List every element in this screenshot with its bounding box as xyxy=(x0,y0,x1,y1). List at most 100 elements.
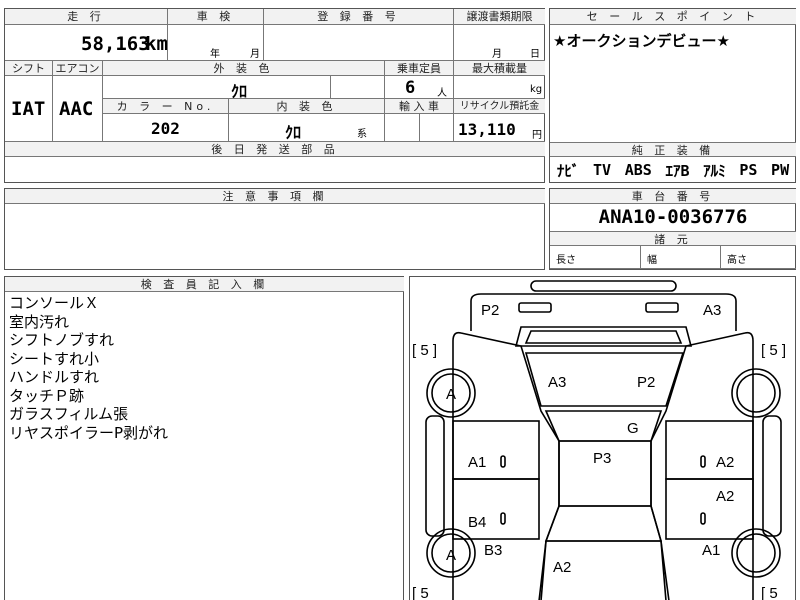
interior-color-suffix: 系 xyxy=(357,129,367,140)
exterior-color-cell: ｸﾛ xyxy=(103,76,331,99)
mark-rear-left: P2 xyxy=(481,302,499,319)
tread-bottom-right: [ 5 xyxy=(761,585,778,600)
shift-cell: IAT xyxy=(5,76,53,142)
transfer-month-unit: 月 xyxy=(492,49,502,60)
mark-roof-g: G xyxy=(627,420,639,437)
equipment-item-abs: ABS xyxy=(624,161,652,179)
import-cell-b xyxy=(420,114,454,142)
mark-rear-window-right: P2 xyxy=(637,374,655,391)
mark-roof-p3: P3 xyxy=(593,450,611,467)
inspector-line: ハンドルすれ xyxy=(9,368,100,386)
notes-box: 注 意 事 項 欄 xyxy=(4,188,545,270)
equipment-item-alloy: ｱﾙﾐ xyxy=(703,161,726,180)
equipment-header: 純 正 装 備 xyxy=(550,142,796,157)
max-load-unit: kg xyxy=(530,84,543,95)
car-diagram-box: P2 A3 A3 P2 G P3 A1 B4 B3 A2 A2 A1 A2 A … xyxy=(409,276,796,600)
rear-glass xyxy=(524,330,683,344)
tread-bottom-left: [ 5 xyxy=(412,585,429,600)
mark-hood: A2 xyxy=(553,559,571,576)
shift-value: IAT xyxy=(11,98,46,120)
selling-point-text: ★オークションデビュー★ xyxy=(553,32,730,50)
inspection-header: 車 検 xyxy=(168,9,264,25)
recycle-unit: 円 xyxy=(532,130,542,141)
aircon-cell: AAC xyxy=(53,76,103,142)
top-form-row: 走 行 車 検 登 録 番 号 譲渡書類期限 58,163 km 年 月 月 日… xyxy=(4,8,545,183)
notes-header: 注 意 事 項 欄 xyxy=(5,189,545,204)
roof xyxy=(544,410,663,442)
mark-right-rear-door: A2 xyxy=(716,488,734,505)
mileage-unit: km xyxy=(145,33,168,55)
right-rocker xyxy=(762,415,782,537)
exterior-color-extra-cell xyxy=(331,76,385,99)
inspection-year-unit: 年 xyxy=(210,49,220,60)
rear-body-outline xyxy=(470,293,737,331)
right-rear-door xyxy=(665,420,754,480)
recycle-header: リサイクル預託金 xyxy=(454,99,545,114)
aircon-header: エアコン xyxy=(53,61,103,76)
dims-width: 幅 xyxy=(641,246,721,269)
left-rear-door xyxy=(452,420,540,480)
inspector-line: シフトノブすれ xyxy=(9,331,115,349)
interior-color-value: ｸﾛ xyxy=(285,123,302,142)
capacity-unit: 人 xyxy=(437,88,447,99)
inspector-line: 室内汚れ xyxy=(9,312,70,331)
inspector-line: リヤスポイラーP剥がれ xyxy=(9,423,169,442)
mark-tire-rear-left: A xyxy=(446,386,456,403)
inspector-line: タッチＰ跡 xyxy=(9,386,85,405)
right-front-door xyxy=(665,478,754,540)
rear-bumper xyxy=(530,280,677,292)
equipment-item-airbag: ｴｱB xyxy=(665,161,690,180)
chassis-number: ANA10-0036776 xyxy=(598,206,748,228)
max-load-header: 最大積載量 xyxy=(454,61,545,76)
equipment-list: ﾅﾋﾞ TV ABS ｴｱB ｱﾙﾐ PS PW xyxy=(550,159,796,181)
later-parts-cell xyxy=(5,157,545,183)
mark-left-front-fender: B3 xyxy=(484,542,502,559)
recycle-cell: 13,110 円 xyxy=(454,114,545,142)
selling-point-header: セ ー ル ス ポ イ ン ト xyxy=(550,9,796,25)
inspection-month-unit: 月 xyxy=(250,49,260,60)
tire-rear-right xyxy=(731,368,781,418)
max-load-cell: kg xyxy=(454,76,545,99)
color-no-value: 202 xyxy=(151,119,180,138)
tread-top-left: [ 5 ] xyxy=(412,342,437,359)
registration-header: 登 録 番 号 xyxy=(264,9,454,25)
mileage-value: 58,163 xyxy=(81,33,150,55)
registration-cell xyxy=(264,25,454,61)
interior-color-header: 内 装 色 xyxy=(229,99,385,114)
inspector-line: ガラスフィルム張 xyxy=(9,405,129,423)
import-cell-a xyxy=(385,114,420,142)
left-rocker xyxy=(425,415,445,537)
inspector-line: シートすれ小 xyxy=(9,349,100,368)
capacity-value: 6 xyxy=(405,78,416,98)
mark-rear-right: A3 xyxy=(703,302,721,319)
later-parts-header: 後 日 発 送 部 品 xyxy=(5,142,545,157)
left-front-door xyxy=(452,478,540,540)
aircon-value: AAC xyxy=(59,98,94,120)
interior-color-cell: ｸﾛ 系 xyxy=(229,114,385,142)
mark-rear-window-left: A3 xyxy=(548,374,566,391)
capacity-cell: 6 人 xyxy=(385,76,454,99)
equipment-item-pw: PW xyxy=(771,161,790,179)
windshield xyxy=(544,505,663,542)
inspector-header: 検 査 員 記 入 欄 xyxy=(5,277,404,292)
equipment-item-navi: ﾅﾋﾞ xyxy=(556,161,580,180)
mileage-cell: 58,163 km xyxy=(5,25,168,61)
dims-header: 諸 元 xyxy=(550,231,796,246)
chassis-header: 車 台 番 号 xyxy=(550,189,796,204)
capacity-header: 乗車定員 xyxy=(385,61,454,76)
transfer-cell: 月 日 xyxy=(454,25,545,61)
inspector-box: 検 査 員 記 入 欄 コンソールＸ 室内汚れ シフトノブすれ シートすれ小 ハ… xyxy=(4,276,404,600)
transfer-header: 譲渡書類期限 xyxy=(454,9,545,25)
distance-header: 走 行 xyxy=(5,9,168,25)
transfer-day-unit: 日 xyxy=(530,49,540,60)
recycle-value: 13,110 xyxy=(458,120,516,139)
tire-front-right xyxy=(731,528,781,578)
mark-left-rear-door: A1 xyxy=(468,454,486,471)
selling-point-box: セ ー ル ス ポ イ ン ト ★オークションデビュー★ 純 正 装 備 ﾅﾋﾞ… xyxy=(549,8,796,183)
equipment-item-ps: PS xyxy=(739,161,758,179)
inspector-line: コンソールＸ xyxy=(9,294,100,312)
mark-left-front-door: B4 xyxy=(468,514,486,531)
inspection-cell: 年 月 xyxy=(168,25,264,61)
color-no-cell: 202 xyxy=(103,114,229,142)
import-header: 輸 入 車 xyxy=(385,99,454,114)
